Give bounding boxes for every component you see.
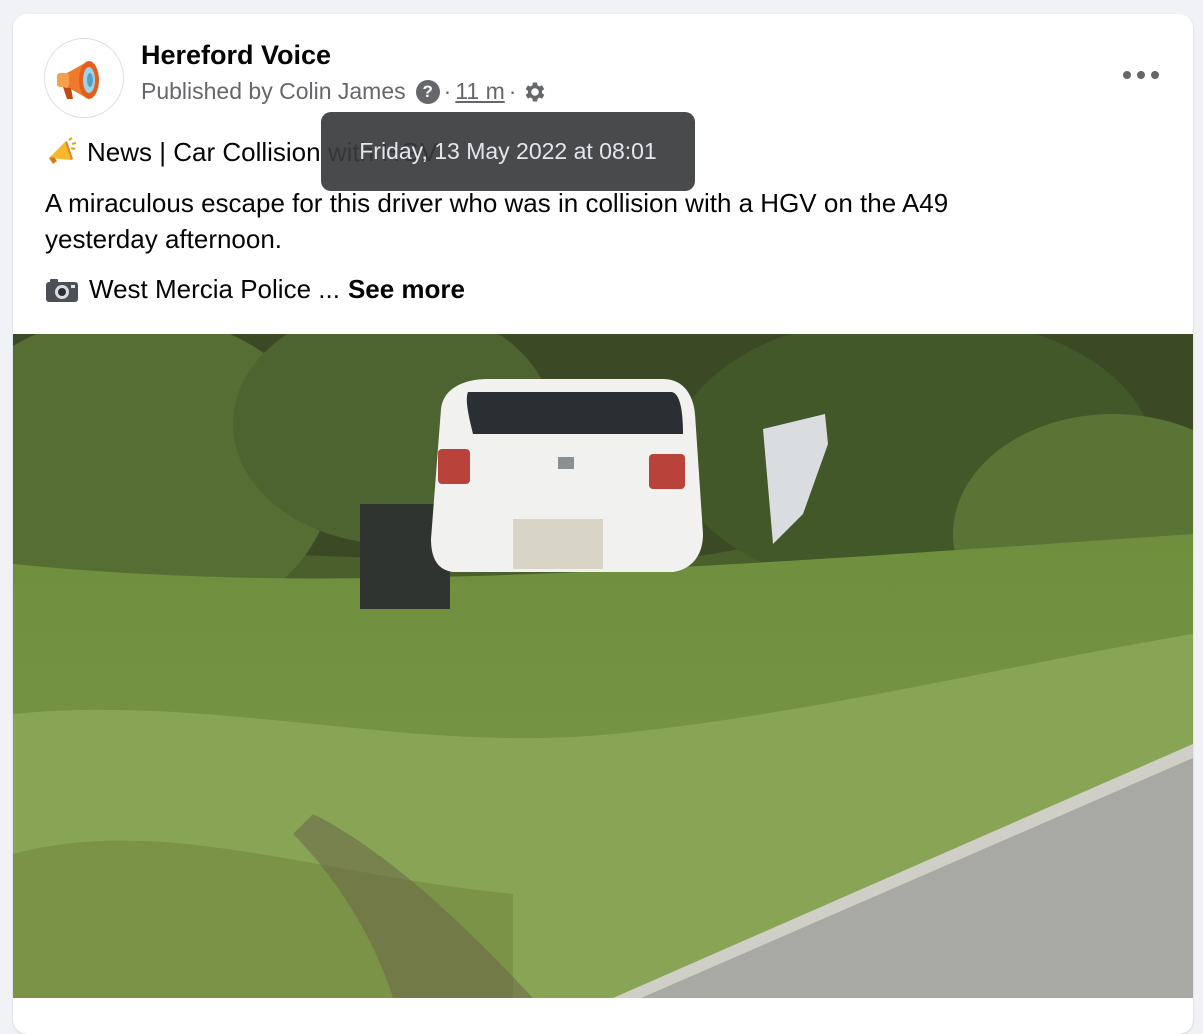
published-by-text: Published by Colin James [141, 78, 406, 104]
page-name-link[interactable]: Hereford Voice [141, 40, 331, 71]
gear-icon[interactable] [522, 79, 548, 105]
credit-line: West Mercia Police ... See more [45, 274, 465, 305]
car-in-hedge-photo [13, 334, 1193, 998]
see-more-link[interactable]: See more [348, 274, 465, 305]
timestamp-link[interactable]: 11 m [455, 78, 504, 105]
body-line-2: yesterday afternoon. [45, 224, 283, 254]
help-icon[interactable]: ? [415, 79, 440, 104]
megaphone-logo-icon [45, 39, 123, 117]
more-options-button[interactable] [1123, 66, 1159, 84]
credit-text: West Mercia Police ... [89, 274, 340, 304]
page-avatar[interactable] [44, 38, 124, 118]
dot [1137, 71, 1145, 79]
separator-dot: · [443, 78, 452, 104]
timestamp-tooltip: Friday, 13 May 2022 at 08:01 [321, 112, 695, 191]
dot [1151, 71, 1159, 79]
camera-icon [45, 276, 79, 304]
post-photo[interactable] [13, 334, 1193, 998]
post-meta: Published by Colin James ? · 11 m · [141, 78, 548, 105]
separator-dot: · [508, 78, 517, 104]
dot [1123, 71, 1131, 79]
megaphone-icon [45, 136, 77, 168]
body-line-1: A miraculous escape for this driver who … [45, 188, 949, 218]
